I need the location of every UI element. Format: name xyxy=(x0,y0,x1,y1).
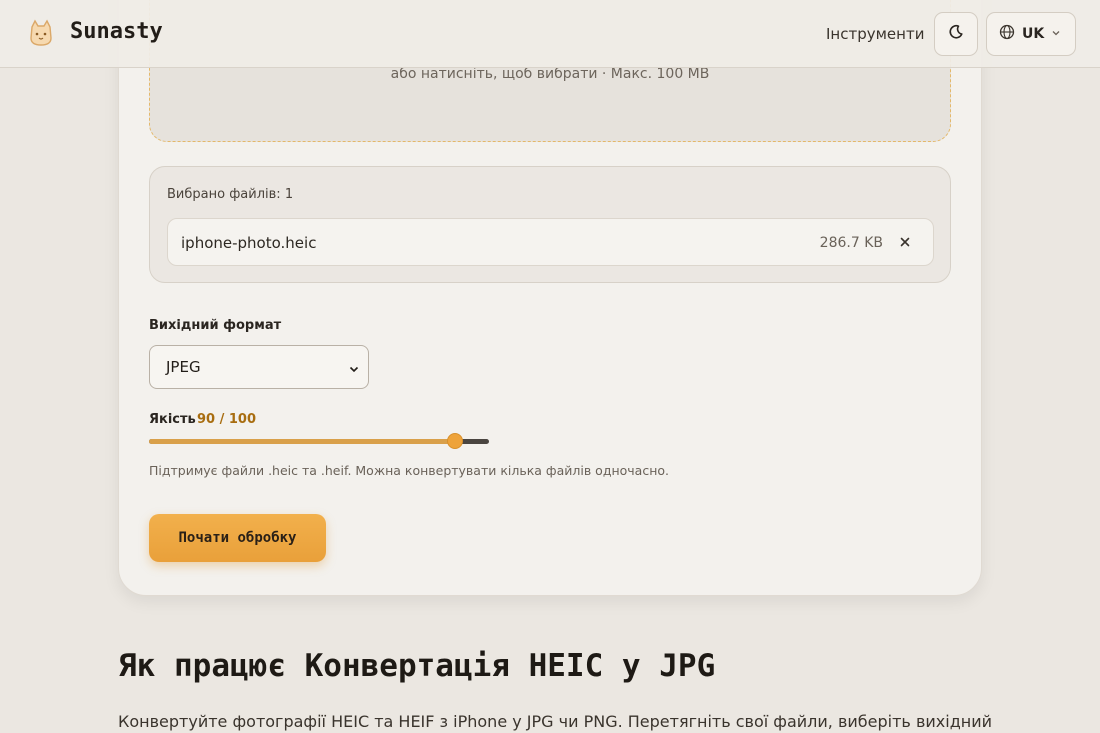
nav-tools-link[interactable]: Інструменти xyxy=(826,25,924,43)
quality-slider[interactable] xyxy=(149,432,489,450)
dropzone-hint: або натисніть, щоб вибрати · Макс. 100 M… xyxy=(390,66,710,82)
slider-fill xyxy=(149,439,455,444)
how-it-works-title: Як працює Конвертація HEIC у JPG xyxy=(118,648,716,684)
quality-value: 90 / 100 xyxy=(197,412,257,427)
file-name: iphone-photo.heic xyxy=(181,234,317,252)
chevron-down-icon xyxy=(348,361,360,379)
globe-icon xyxy=(999,24,1015,44)
chevron-down-icon xyxy=(1051,26,1061,42)
output-format-label: Вихідний формат xyxy=(149,318,282,333)
slider-thumb[interactable] xyxy=(447,433,463,449)
moon-icon xyxy=(948,24,964,44)
language-code: UK xyxy=(1022,26,1045,42)
start-processing-button[interactable]: Почати обробку xyxy=(149,514,326,562)
how-it-works-text: Конвертуйте фотографії HEIC та HEIF з iP… xyxy=(118,712,993,731)
output-format-value: JPEG xyxy=(166,358,201,376)
files-count-label: Вибрано файлів: 1 xyxy=(167,187,294,202)
close-icon xyxy=(900,237,910,247)
brand-name[interactable]: Sunasty xyxy=(70,19,163,44)
theme-toggle-button[interactable] xyxy=(934,12,978,56)
file-list-item: iphone-photo.heic 286.7 KB xyxy=(167,218,934,266)
language-selector[interactable]: UK xyxy=(986,12,1076,56)
remove-file-button[interactable] xyxy=(895,231,915,253)
cat-logo-icon[interactable] xyxy=(26,18,56,48)
output-format-select[interactable]: JPEG xyxy=(149,345,369,389)
top-header: Sunasty Інструменти UK xyxy=(0,0,1100,68)
file-size: 286.7 KB xyxy=(819,235,883,251)
selected-files-panel: Вибрано файлів: 1 iphone-photo.heic 286.… xyxy=(149,166,951,283)
quality-label: Якість xyxy=(149,412,196,427)
supported-formats-note: Підтримує файли .heic та .heif. Можна ко… xyxy=(149,463,669,478)
